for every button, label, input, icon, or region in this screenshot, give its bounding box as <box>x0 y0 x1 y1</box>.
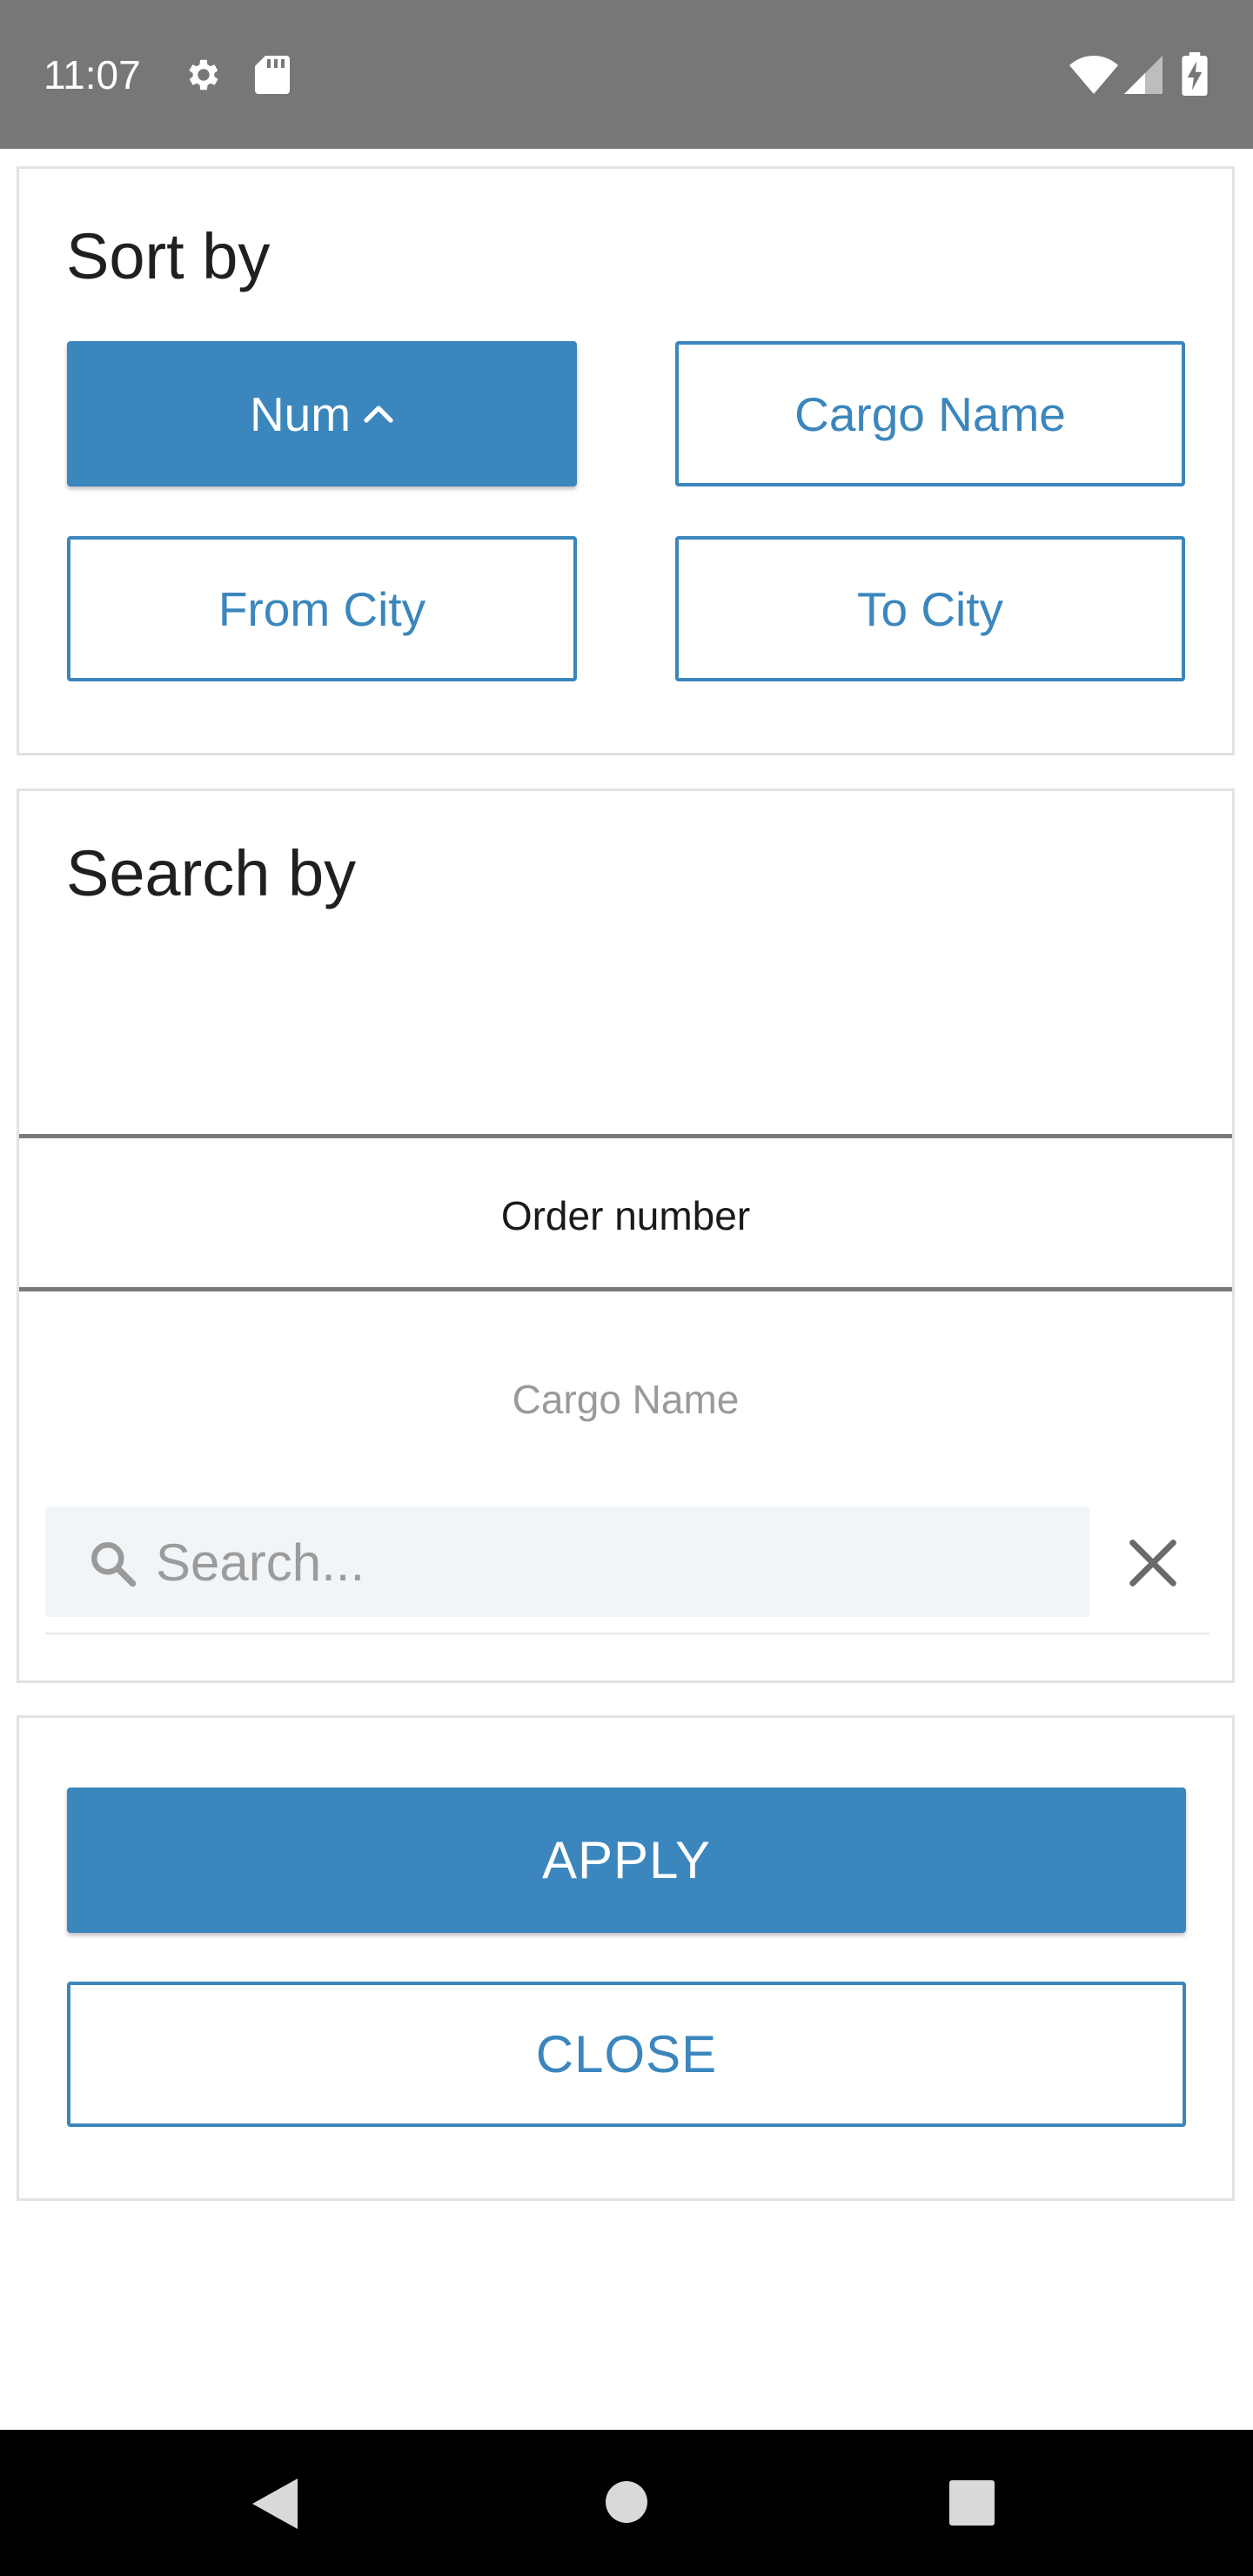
sort-cargo-name-label: Cargo Name <box>794 386 1066 441</box>
search-title: Search by <box>66 837 357 909</box>
close-icon[interactable] <box>1122 1533 1183 1593</box>
sort-cargo-name-button[interactable]: Cargo Name <box>675 341 1185 486</box>
gear-icon <box>189 59 218 91</box>
home-icon[interactable] <box>605 2480 648 2524</box>
search-input[interactable] <box>154 1524 1071 1600</box>
sort-num-button[interactable]: Num <box>67 341 577 486</box>
search-card: Search by Order number Cargo Name <box>17 788 1235 1683</box>
sort-to-city-button[interactable]: To City <box>675 536 1185 681</box>
status-bar: 11:07 <box>0 0 1253 149</box>
actions-card: APPLY CLOSE <box>17 1715 1235 2201</box>
search-field-order-number[interactable]: Order number <box>19 1190 1232 1242</box>
back-icon[interactable] <box>252 2479 298 2529</box>
sort-title: Sort by <box>66 220 271 292</box>
close-button[interactable]: CLOSE <box>67 1982 1186 2127</box>
sort-num-label: Num <box>249 386 352 441</box>
wifi-icon <box>1069 56 1118 94</box>
sort-to-city-label: To City <box>856 581 1004 636</box>
search-field-cargo-name[interactable]: Cargo Name <box>19 1373 1232 1426</box>
navigation-bar <box>0 2430 1253 2576</box>
cell-signal-icon <box>1124 56 1163 94</box>
recent-apps-icon[interactable] <box>949 2480 995 2526</box>
search-box <box>45 1506 1089 1617</box>
segment-divider <box>19 1134 1232 1138</box>
sort-from-city-button[interactable]: From City <box>67 536 577 681</box>
sort-from-city-label: From City <box>218 581 426 636</box>
battery-charging-icon <box>1182 52 1208 96</box>
search-icon <box>91 1542 137 1587</box>
status-time: 11:07 <box>44 52 141 97</box>
chevron-up-icon <box>364 405 393 423</box>
search-underline <box>45 1633 1209 1634</box>
sd-card-icon <box>255 56 290 94</box>
apply-button[interactable]: APPLY <box>67 1788 1186 1933</box>
sort-card: Sort by Num Cargo Name From City To City <box>17 166 1235 755</box>
segment-divider <box>19 1287 1232 1291</box>
